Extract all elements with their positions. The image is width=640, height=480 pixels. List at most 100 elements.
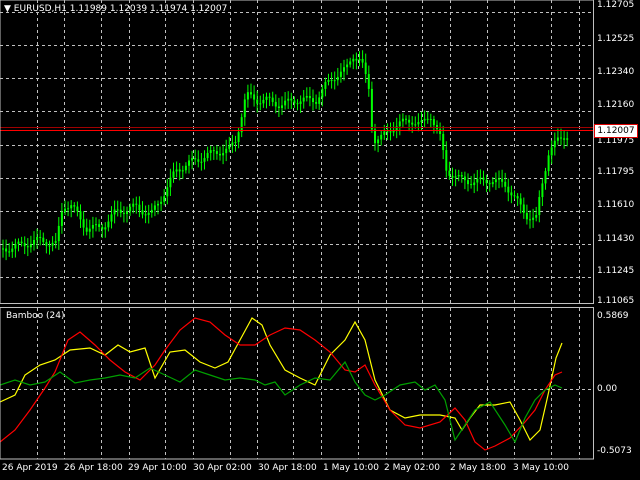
candle-body (39, 236, 42, 238)
candle-body (454, 176, 457, 178)
candle-body (476, 178, 479, 183)
candle-body (479, 177, 482, 179)
candle-body (23, 243, 26, 247)
candle-body (501, 178, 504, 182)
time-tick: 1 May 10:00 (323, 463, 379, 473)
candle-body (290, 98, 293, 101)
candle-body (104, 227, 107, 230)
candle-body (60, 211, 63, 226)
candle-body (405, 118, 407, 120)
candle-body (566, 138, 569, 140)
candle-body (33, 240, 35, 245)
candle-body (494, 179, 497, 183)
candle-body (482, 177, 485, 180)
candle-body (5, 248, 8, 252)
candle-body (82, 219, 85, 228)
candle-body (423, 118, 426, 121)
candle-body (544, 171, 547, 184)
candle-body (153, 205, 156, 210)
candle-body (538, 197, 541, 216)
candle-body (113, 209, 116, 215)
ohlc-open: 1.11989 (69, 4, 108, 14)
candle-body (225, 148, 228, 154)
candle-body (197, 159, 200, 162)
candle-body (57, 225, 60, 242)
candle-body (281, 105, 283, 109)
indicator-tick: -0.5073 (597, 446, 632, 456)
candle-body (110, 214, 113, 222)
candle-body (318, 97, 321, 104)
candle-body (448, 170, 451, 176)
candle-body (132, 203, 135, 207)
candle-body (339, 71, 342, 77)
candle-body (553, 140, 556, 148)
candle-body (374, 129, 376, 144)
candle-body (277, 106, 280, 109)
candle-body (79, 211, 82, 220)
candle-body (101, 226, 104, 230)
chart-canvas[interactable] (0, 0, 640, 480)
candle-body (166, 187, 169, 197)
price-tick: 1.12525 (597, 34, 635, 44)
candle-body (209, 150, 212, 153)
candle-body (426, 118, 429, 120)
chart-menu-icon[interactable]: ▼ (4, 4, 11, 14)
candle-body (432, 119, 435, 126)
candle-body (296, 103, 299, 105)
candle-body (541, 183, 544, 198)
candle-body (91, 224, 94, 229)
candle-body (73, 205, 76, 207)
candle-body (355, 58, 358, 61)
candle-body (498, 178, 500, 180)
chart-title: ▼ EURUSD,H1 1.11989 1.12039 1.11974 1.12… (4, 4, 227, 15)
candle-body (250, 92, 252, 95)
price-tick: 1.11795 (597, 167, 635, 177)
candle-body (516, 196, 519, 199)
candle-body (157, 203, 159, 206)
price-tick: 1.12340 (597, 67, 635, 77)
indicator-name: Bamboo (24) (6, 311, 65, 321)
candle-body (138, 204, 141, 211)
candle-body (268, 96, 271, 98)
candle-body (535, 215, 538, 218)
ohlc-low: 1.11974 (149, 4, 188, 14)
candle-body (172, 171, 175, 178)
candle-body (45, 242, 48, 246)
candle-body (439, 129, 442, 134)
candle-body (358, 58, 361, 61)
candle-body (321, 88, 324, 98)
candle-body (389, 131, 392, 133)
candle-body (467, 180, 469, 185)
candle-body (398, 121, 401, 127)
candle-body (163, 196, 166, 202)
candle-body (160, 201, 163, 204)
candle-body (305, 96, 308, 98)
candle-body (67, 208, 70, 210)
candle-body (126, 211, 128, 215)
candle-body (119, 209, 122, 213)
candle-body (116, 209, 119, 211)
time-tick: 3 May 10:00 (513, 463, 569, 473)
candle-body (234, 142, 237, 144)
candle-body (141, 210, 144, 215)
candle-body (219, 153, 221, 156)
candle-body (386, 131, 389, 133)
candle-body (36, 236, 39, 241)
candle-body (417, 122, 420, 125)
candle-body (315, 102, 318, 104)
symbol-timeframe: EURUSD,H1 (13, 4, 67, 14)
candle-body (346, 64, 349, 68)
candle-body (26, 246, 29, 248)
price-candles (2, 50, 569, 261)
price-tick: 1.12705 (597, 0, 635, 10)
candle-body (200, 161, 203, 163)
candle-body (147, 212, 150, 215)
candle-body (178, 169, 181, 172)
candle-body (302, 97, 305, 102)
candle-body (532, 217, 535, 220)
candle-body (215, 151, 218, 154)
candle-body (401, 118, 404, 122)
candle-body (327, 79, 330, 82)
candle-body (364, 62, 367, 75)
candle-body (144, 214, 147, 216)
